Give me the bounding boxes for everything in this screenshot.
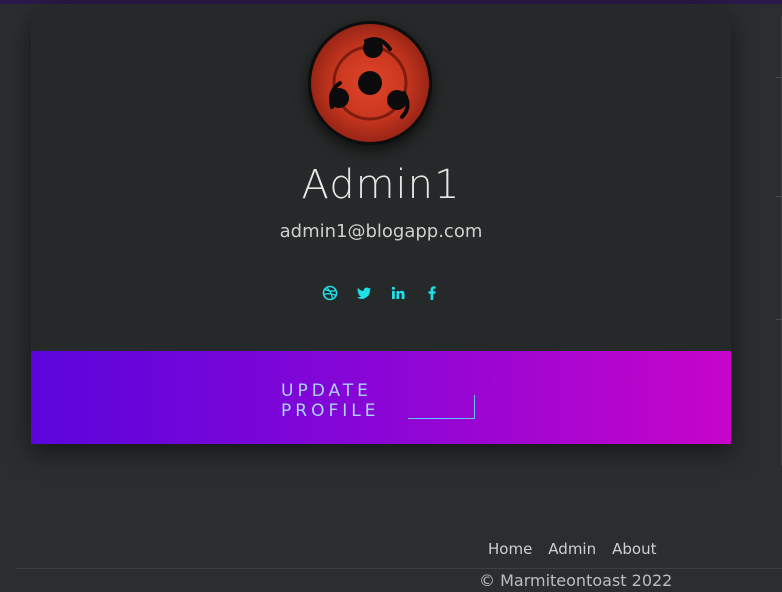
facebook-icon[interactable]	[424, 285, 440, 301]
footer-link-home[interactable]: Home	[488, 540, 532, 558]
button-accent-border	[408, 395, 475, 419]
copyright-text: © Marmiteontoast 2022	[479, 571, 673, 590]
right-edge-divider	[776, 319, 782, 320]
update-profile-banner: UPDATE PROFILE	[31, 351, 731, 444]
dribbble-icon[interactable]	[322, 285, 338, 301]
right-edge-panel	[776, 16, 782, 466]
linkedin-icon[interactable]	[390, 285, 406, 301]
footer-link-admin[interactable]: Admin	[548, 540, 596, 558]
footer-link-about[interactable]: About	[612, 540, 656, 558]
sharingan-avatar-image	[308, 21, 432, 145]
twitter-icon[interactable]	[356, 285, 372, 301]
footer-nav: Home Admin About	[488, 540, 656, 558]
profile-name: Admin1	[301, 162, 461, 208]
social-links	[31, 285, 731, 305]
right-edge-divider	[776, 196, 782, 197]
right-edge-divider	[776, 77, 782, 78]
avatar	[308, 21, 432, 145]
profile-email: admin1@blogapp.com	[279, 221, 483, 242]
profile-card: Admin1 admin1@blogapp.com UPDATE PROFILE	[31, 4, 731, 444]
footer-divider	[16, 568, 782, 569]
